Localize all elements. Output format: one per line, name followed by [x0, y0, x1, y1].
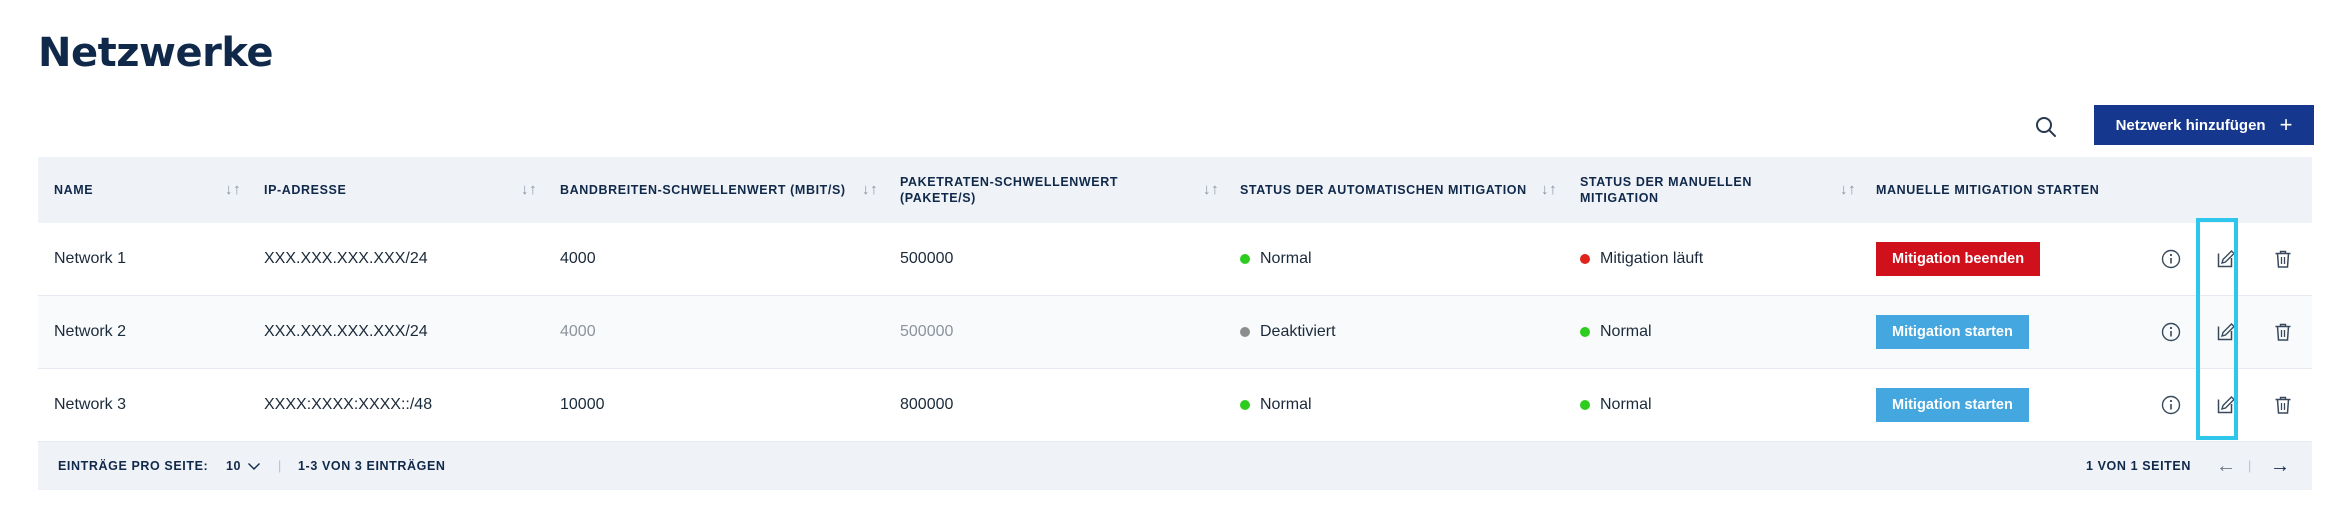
- status-dot-icon: [1240, 400, 1250, 410]
- network-name: Network 1: [54, 250, 127, 267]
- network-name: Network 3: [54, 396, 127, 413]
- action-cell: Mitigation beenden: [1876, 223, 2041, 295]
- edit-icon: [2217, 396, 2235, 414]
- pages-text: 1 VON 1 SEITEN: [2086, 459, 2191, 473]
- divider: |: [278, 459, 282, 473]
- sort-icon[interactable]: ↓↑: [1840, 181, 1856, 198]
- start-mitigation-button[interactable]: Mitigation starten: [1876, 315, 2029, 349]
- packetrate-value: 800000: [900, 396, 954, 413]
- auto-status-label: Deaktiviert: [1260, 323, 1336, 340]
- status-dot-icon: [1580, 327, 1590, 337]
- ip-address: XXX.XXX.XXX.XXX/24: [264, 323, 428, 340]
- edit-button[interactable]: [2214, 247, 2238, 271]
- delete-button[interactable]: [2271, 247, 2295, 271]
- add-network-button[interactable]: Netzwerk hinzufügen +: [2094, 105, 2314, 145]
- packetrate-value: 500000: [900, 323, 954, 340]
- edit-icon: [2217, 250, 2235, 268]
- manual-status-label: Mitigation läuft: [1600, 250, 1704, 267]
- sort-icon[interactable]: ↓↑: [862, 181, 878, 198]
- info-icon: [2161, 249, 2181, 269]
- column-header-packetrate: PAKETRATEN-SCHWELLENWERT (PAKETE/S): [900, 175, 1119, 205]
- per-page-select[interactable]: 10: [226, 442, 261, 490]
- prev-page-button[interactable]: ←: [2216, 442, 2237, 490]
- manual-status-label: Normal: [1600, 323, 1652, 340]
- ip-address: XXX.XXX.XXX.XXX/24: [264, 250, 428, 267]
- sort-icon[interactable]: ↓↑: [521, 181, 537, 198]
- auto-status-label: Normal: [1260, 396, 1312, 413]
- status-dot-icon: [1580, 254, 1590, 264]
- table-row: Network 3 XXXX:XXXX:XXXX::/48 10000 8000…: [38, 369, 2312, 442]
- auto-status: Deaktiviert: [1240, 296, 1336, 368]
- auto-status: Normal: [1240, 369, 1312, 441]
- arrow-left-icon: ←: [2216, 454, 2237, 477]
- column-header-bandwidth: BANDBREITEN-SCHWELLENWERT (MBIT/S): [560, 183, 846, 197]
- network-name: Network 2: [54, 323, 127, 340]
- bandwidth-value: 4000: [560, 323, 596, 340]
- search-icon: [2036, 117, 2056, 137]
- column-header-name: NAME: [54, 183, 94, 197]
- manual-status: Normal: [1580, 296, 1652, 368]
- networks-table: NAME ↓↑ IP-ADRESSE ↓↑ BANDBREITEN-SCHWEL…: [38, 157, 2312, 490]
- stop-mitigation-button[interactable]: Mitigation beenden: [1876, 242, 2041, 276]
- status-dot-icon: [1580, 400, 1590, 410]
- status-dot-icon: [1240, 327, 1250, 337]
- divider: |: [2248, 459, 2252, 473]
- manual-status: Mitigation läuft: [1580, 223, 1703, 295]
- range-text: 1-3 VON 3 EINTRÄGEN: [298, 459, 446, 473]
- edit-icon: [2217, 323, 2235, 341]
- info-icon: [2161, 395, 2181, 415]
- auto-status: Normal: [1240, 223, 1312, 295]
- packetrate-value: 500000: [900, 250, 954, 267]
- status-dot-icon: [1240, 254, 1250, 264]
- delete-button[interactable]: [2271, 320, 2295, 344]
- bandwidth-value: 10000: [560, 396, 605, 413]
- add-network-label: Netzwerk hinzufügen: [2115, 116, 2266, 134]
- plus-icon: +: [2279, 112, 2293, 137]
- trash-icon: [2275, 250, 2291, 268]
- arrow-right-icon: →: [2270, 454, 2291, 477]
- table-row: Network 1 XXX.XXX.XXX.XXX/24 4000 500000…: [38, 223, 2312, 296]
- column-header-ip: IP-ADRESSE: [264, 183, 347, 197]
- sort-icon[interactable]: ↓↑: [1203, 181, 1219, 198]
- column-header-manual-status: STATUS DER MANUELLEN MITIGATION: [1580, 175, 1752, 205]
- column-header-auto-status: STATUS DER AUTOMATISCHEN MITIGATION: [1240, 183, 1527, 197]
- column-header-manual-start: MANUELLE MITIGATION STARTEN: [1876, 183, 2100, 197]
- ip-address: XXXX:XXXX:XXXX::/48: [264, 396, 433, 413]
- info-button[interactable]: [2159, 247, 2183, 271]
- auto-status-label: Normal: [1260, 250, 1312, 267]
- action-cell: Mitigation starten: [1876, 369, 2029, 441]
- edit-button[interactable]: [2214, 393, 2238, 417]
- page-title: Netzwerke: [38, 30, 273, 76]
- manual-status: Normal: [1580, 369, 1652, 441]
- sort-icon[interactable]: ↓↑: [225, 181, 241, 198]
- info-icon: [2161, 322, 2181, 342]
- manual-status-label: Normal: [1600, 396, 1652, 413]
- per-page-label: EINTRÄGE PRO SEITE:: [58, 459, 209, 473]
- start-mitigation-button[interactable]: Mitigation starten: [1876, 388, 2029, 422]
- search-button[interactable]: [2029, 110, 2063, 144]
- edit-button[interactable]: [2214, 320, 2238, 344]
- info-button[interactable]: [2159, 393, 2183, 417]
- table-header: NAME ↓↑ IP-ADRESSE ↓↑ BANDBREITEN-SCHWEL…: [38, 157, 2312, 223]
- bandwidth-value: 4000: [560, 250, 596, 267]
- table-row: Network 2 XXX.XXX.XXX.XXX/24 4000 500000…: [38, 296, 2312, 369]
- chevron-down-icon: [248, 463, 261, 470]
- sort-icon[interactable]: ↓↑: [1541, 181, 1557, 198]
- per-page-value: 10: [226, 459, 242, 473]
- table-footer: EINTRÄGE PRO SEITE: 10 | 1-3 VON 3 EINTR…: [38, 442, 2312, 490]
- action-cell: Mitigation starten: [1876, 296, 2029, 368]
- delete-button[interactable]: [2271, 393, 2295, 417]
- next-page-button[interactable]: →: [2270, 442, 2291, 490]
- trash-icon: [2275, 323, 2291, 341]
- trash-icon: [2275, 396, 2291, 414]
- info-button[interactable]: [2159, 320, 2183, 344]
